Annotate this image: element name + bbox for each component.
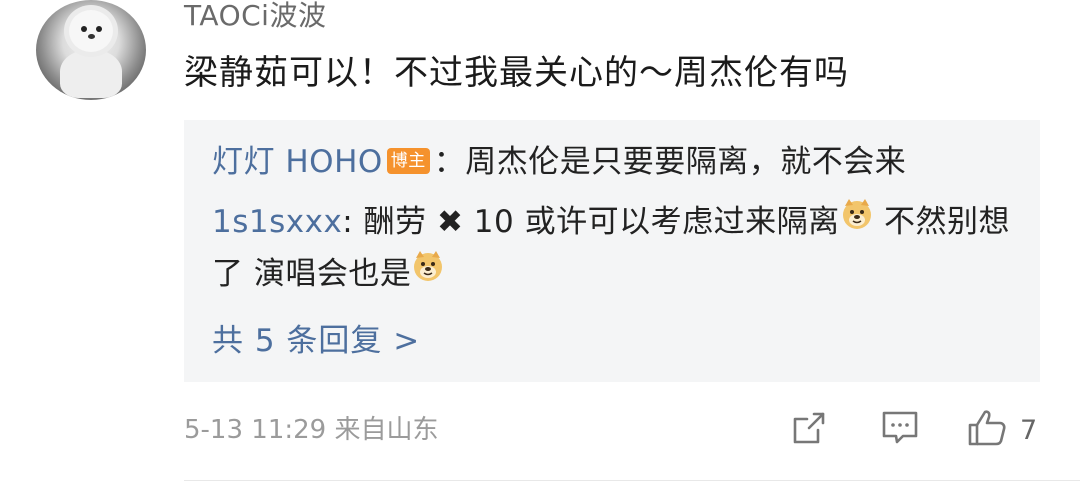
comment-timestamp: 5-13 11:29 (184, 415, 327, 445)
avatar-eye-left (81, 26, 87, 32)
comment-meta: 5-13 11:29 来自山东 (184, 410, 438, 450)
comment-location: 来自山东 (334, 415, 439, 445)
avatar-eye-right (96, 26, 102, 32)
avatar[interactable] (36, 0, 146, 100)
reply-item[interactable]: 1s1sxxx: 酬劳 ✖ 10 或许可以考虑过来隔离 不然别想了 演唱会也是 (212, 196, 1012, 300)
like-count: 7 (1020, 414, 1038, 446)
more-replies-link[interactable]: 共 5 条回复 > (212, 318, 420, 364)
avatar-dog-body (60, 50, 122, 98)
comment-username[interactable]: TAOCi波波 (184, 0, 326, 32)
comment-text: 梁静茹可以！不过我最关心的～周杰伦有吗 (184, 53, 849, 93)
comment-icon (880, 409, 920, 451)
reply-text: 周杰伦是只要要隔离，就不会来 (465, 144, 907, 180)
reply-separator: ： (433, 144, 466, 180)
weibo-comment-screen: TAOCi波波 梁静茹可以！不过我最关心的～周杰伦有吗 灯灯 HOHO 博主 ：周杰… (0, 0, 1080, 498)
comment-button[interactable] (880, 408, 920, 452)
reply-separator: : (342, 204, 364, 240)
reply-author-name[interactable]: 灯灯 HOHO (212, 144, 383, 180)
avatar-nose (88, 34, 95, 39)
reply-item[interactable]: 灯灯 HOHO 博主 ：周杰伦是只要要隔离，就不会来 (212, 136, 1032, 188)
share-icon (790, 409, 828, 451)
reply-text: 酬劳 ✖ 10 或许可以考虑过来隔离 (363, 204, 840, 240)
reply-box[interactable]: 灯灯 HOHO 博主 ：周杰伦是只要要隔离，就不会来 1s1sxxx: 酬劳 ✖ 1… (184, 120, 1040, 382)
like-button[interactable]: 7 (966, 408, 1037, 452)
doge-emoji-icon (411, 247, 445, 299)
share-button[interactable] (790, 408, 828, 452)
author-badge: 博主 (386, 147, 430, 174)
reply-author-name[interactable]: 1s1sxxx (212, 204, 342, 240)
avatar-dog-face (69, 10, 113, 52)
thumbs-up-icon (966, 408, 1008, 452)
doge-emoji-icon (840, 195, 874, 247)
divider (184, 480, 1080, 481)
